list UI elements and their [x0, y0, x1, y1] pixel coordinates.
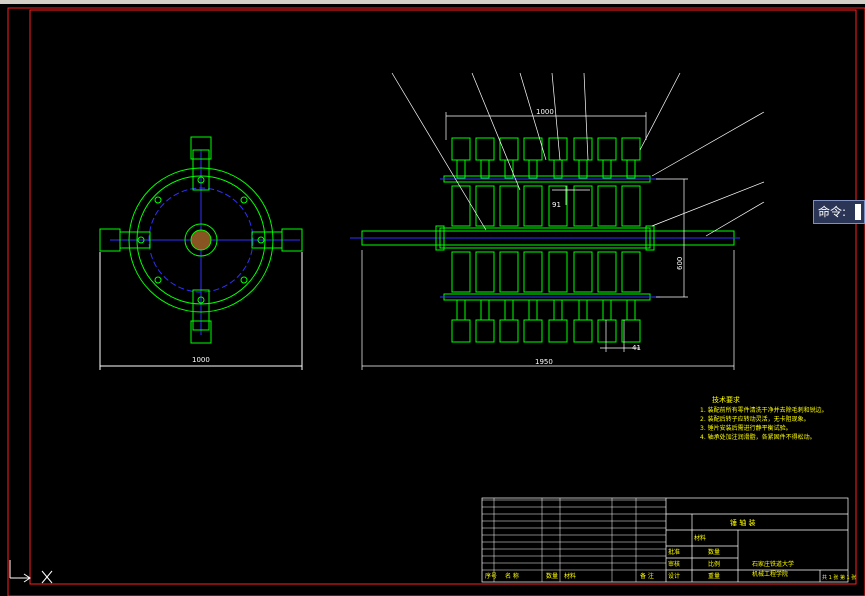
- hammer-top-stem: [480, 159, 490, 179]
- hammer-bottom-head: [523, 319, 543, 343]
- dim-41: 41: [632, 344, 641, 352]
- command-line-tab[interactable]: 命令:: [813, 200, 865, 224]
- hammer-upper-body: [597, 185, 617, 227]
- tech-notes-title: 技术要求: [712, 395, 740, 404]
- bom-table: [482, 498, 666, 582]
- bom-h-name: 名 称: [505, 572, 519, 580]
- dim-91: 91: [552, 201, 561, 209]
- hammer-upper-body: [451, 185, 471, 227]
- hammer-lower-body: [475, 251, 495, 293]
- tb-approve: 批准: [668, 548, 680, 556]
- tech-note-2: 2. 装配后转子应转动灵活，无卡阻现象。: [700, 415, 810, 423]
- tech-note-1: 1. 装配前所有零件清洗干净并去除毛刺和锐边。: [700, 406, 828, 414]
- hammer-bottom-head: [548, 319, 568, 343]
- command-label: 命令:: [818, 205, 847, 219]
- tech-note-4: 4. 轴承处加注润滑脂，各紧固件不得松动。: [700, 433, 816, 441]
- hammer-upper-body: [475, 185, 495, 227]
- title-block: [481, 497, 849, 583]
- hammer-top-stem: [456, 159, 466, 179]
- tb-scale: 比例: [708, 560, 720, 568]
- bom-h-note: 备 注: [640, 572, 654, 580]
- hammer-lower-body: [548, 251, 568, 293]
- hammer-lower-body: [621, 251, 641, 293]
- hammer-top-stem: [626, 159, 636, 179]
- title-school: 石家庄铁道大学: [752, 560, 794, 568]
- tb-qty: 数量: [708, 548, 720, 556]
- rotor-length-dim: 1000: [536, 108, 554, 116]
- hammer-top-head: [523, 137, 543, 161]
- hammer-bottom-stem: [602, 299, 612, 321]
- leader-lines: [391, 72, 765, 237]
- hammer-bottom-stem: [480, 299, 490, 321]
- hammer-lower-body: [523, 251, 543, 293]
- hammer-columns: [451, 137, 641, 343]
- hammer-top-stem: [602, 159, 612, 179]
- hammer-bottom-head: [451, 319, 471, 343]
- hammer-upper-body: [621, 185, 641, 227]
- hammer-top-head: [573, 137, 593, 161]
- hammer-bottom-stem: [553, 299, 563, 321]
- hammer-bottom-head: [573, 319, 593, 343]
- hammer-bottom-stem: [578, 299, 588, 321]
- side-width-dim: 1000: [192, 356, 210, 364]
- hammer-top-head: [597, 137, 617, 161]
- hammer-top-head: [451, 137, 471, 161]
- hammer-upper-body: [573, 185, 593, 227]
- length-total-dim: 1950: [535, 358, 553, 366]
- cad-drawing-canvas[interactable]: 1000 1950 1000 600 41 91 技术要求 1. 装配前所有零件…: [0, 0, 865, 596]
- bom-h-mat: 材料: [564, 572, 576, 580]
- hammer-top-head: [475, 137, 495, 161]
- tb-weight: 重量: [708, 572, 720, 580]
- hammer-bottom-head: [597, 319, 617, 343]
- tb-checker: 审核: [668, 560, 680, 568]
- hammer-top-head: [621, 137, 641, 161]
- hammer-upper-body: [499, 185, 519, 227]
- command-caret: [855, 204, 861, 220]
- tech-note-3: 3. 锤片安装后需进行静平衡试验。: [700, 424, 792, 432]
- bom-h-no: 序号: [485, 572, 497, 580]
- hammer-bottom-stem: [456, 299, 466, 321]
- crosshair-icon: [41, 570, 53, 584]
- title-dept: 机械工程学院: [752, 570, 788, 578]
- tb-designer: 设计: [668, 572, 680, 580]
- hammer-lower-body: [597, 251, 617, 293]
- hammer-bottom-stem: [504, 299, 514, 321]
- hammer-bottom-stem: [528, 299, 538, 321]
- hammer-bottom-stem: [626, 299, 636, 321]
- side-view: [99, 136, 303, 370]
- hammer-bottom-head: [621, 319, 641, 343]
- hammer-top-stem: [578, 159, 588, 179]
- bom-h-qty: 数量: [546, 572, 558, 580]
- drawing-frame-outer: [7, 7, 865, 596]
- front-dims: [361, 112, 735, 370]
- title-sheet: 共 1 张 第 1 张: [822, 574, 856, 581]
- hammer-top-stem: [528, 159, 538, 179]
- hammer-upper-body: [523, 185, 543, 227]
- hammer-bottom-head: [499, 319, 519, 343]
- hammer-top-stem: [553, 159, 563, 179]
- tb-material: 材料: [694, 534, 706, 542]
- ucs-axis-icon: [9, 560, 31, 583]
- hammer-lower-body: [451, 251, 471, 293]
- hammer-lower-body: [573, 251, 593, 293]
- hammer-lower-body: [499, 251, 519, 293]
- title-name: 锤 轴 装: [730, 518, 755, 527]
- hammer-bottom-head: [475, 319, 495, 343]
- hammer-top-head: [499, 137, 519, 161]
- front-view: [350, 175, 740, 301]
- height-dim: 600: [676, 257, 684, 270]
